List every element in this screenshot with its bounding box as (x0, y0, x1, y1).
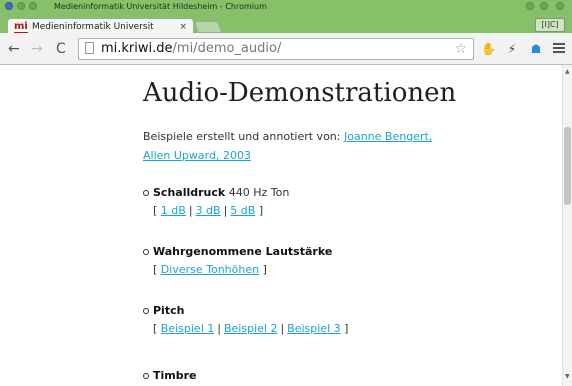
scroll-down-icon[interactable]: ▼ (565, 373, 570, 380)
bullet-icon (143, 190, 149, 196)
forward-button[interactable]: → (31, 41, 43, 57)
ghostery-icon[interactable]: ☗ (529, 42, 543, 56)
window-title: Medieninformatik Universität Hildesheim … (54, 2, 267, 11)
page-title: Audio-Demonstrationen (143, 78, 457, 108)
menu-icon[interactable] (553, 41, 565, 55)
window-titlebar: Medieninformatik Universität Hildesheim … (0, 0, 572, 13)
link-diverse-tonhoehen[interactable]: Diverse Tonhöhen (161, 263, 259, 276)
address-bar[interactable]: mi.kriwi.de/mi/demo_audio/ ☆ (78, 38, 474, 60)
bookmark-star-icon[interactable]: ☆ (454, 41, 467, 57)
back-button[interactable]: ← (8, 41, 20, 57)
link-3db[interactable]: 3 dB (196, 204, 221, 217)
url-text[interactable]: mi.kriwi.de/mi/demo_audio/ (101, 41, 281, 57)
bullet-icon (143, 308, 149, 314)
window-shade-icon[interactable] (17, 2, 25, 10)
reload-button[interactable]: C (56, 41, 66, 57)
vertical-scrollbar[interactable]: ▲ ▼ (562, 65, 572, 386)
link-5db[interactable]: 5 dB (230, 204, 255, 217)
plug-icon[interactable]: ⚡ (505, 42, 519, 56)
item-heading: Pitch (153, 304, 185, 317)
favicon-icon: mi (14, 21, 28, 34)
page-icon (85, 42, 94, 54)
window-menu-icon[interactable] (5, 2, 13, 10)
tab-close-icon[interactable]: × (179, 21, 187, 33)
link-beispiel-3[interactable]: Beispiel 3 (287, 322, 340, 335)
minimize-icon[interactable] (526, 2, 534, 10)
scrollbar-thumb[interactable] (564, 127, 571, 205)
item-links: [ Beispiel 1 | Beispiel 2 | Beispiel 3 ] (153, 322, 349, 335)
maximize-icon[interactable] (540, 2, 548, 10)
tab-active[interactable]: mi Medieninformatik Universit × (7, 18, 194, 34)
intro-paragraph: Beispiele erstellt und annotiert von: Jo… (143, 127, 443, 165)
browser-toolbar: ← → C mi.kriwi.de/mi/demo_audio/ ☆ ✋ ⚡ ☗ (0, 33, 572, 65)
item-heading: Schalldruck 440 Hz Ton (153, 186, 290, 199)
new-tab-button[interactable] (193, 21, 223, 33)
bullet-icon (143, 373, 149, 379)
item-heading: Timbre (153, 369, 197, 382)
intro-text: Beispiele erstellt und annotiert von: (143, 130, 341, 143)
puzzle-icon[interactable]: ✋ (481, 42, 496, 56)
author-link-upward[interactable]: Allen Upward, 2003 (143, 149, 251, 162)
item-heading: Wahrgenommene Lautstärke (153, 245, 333, 258)
page-content: Audio-Demonstrationen Beispiele erstellt… (0, 65, 562, 386)
scroll-up-icon[interactable]: ▲ (565, 68, 570, 75)
profile-button[interactable]: [I]C] (535, 18, 565, 32)
item-links: [ 1 dB | 3 dB | 5 dB ] (153, 204, 264, 217)
link-beispiel-2[interactable]: Beispiel 2 (224, 322, 277, 335)
tab-title: Medieninformatik Universit (32, 22, 154, 32)
item-links: [ Diverse Tonhöhen ] (153, 263, 267, 276)
window-sticky-icon[interactable] (29, 2, 37, 10)
link-beispiel-1[interactable]: Beispiel 1 (161, 322, 214, 335)
close-window-icon[interactable] (556, 2, 564, 10)
link-1db[interactable]: 1 dB (161, 204, 186, 217)
bullet-icon (143, 249, 149, 255)
author-link-bengert[interactable]: Joanne Bengert, (344, 130, 432, 143)
